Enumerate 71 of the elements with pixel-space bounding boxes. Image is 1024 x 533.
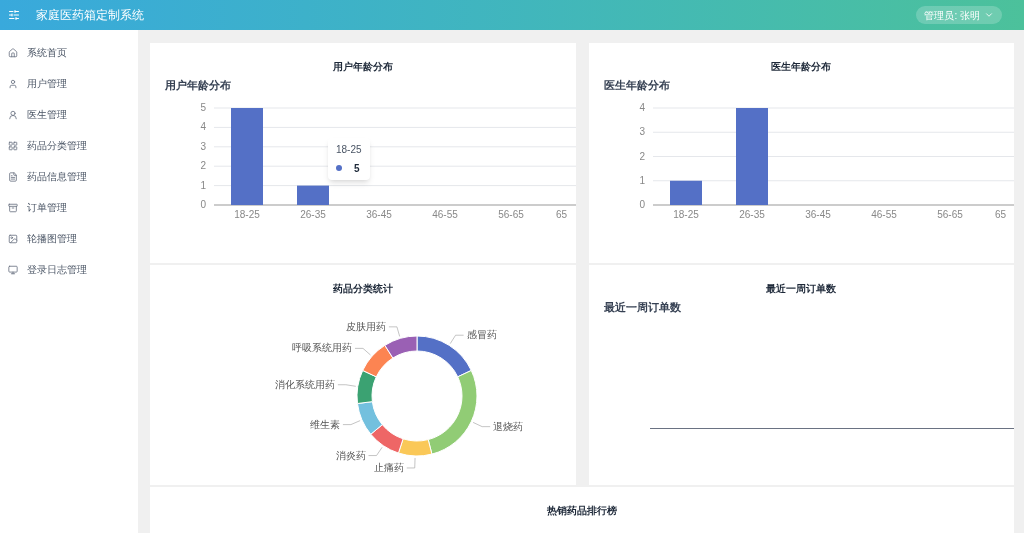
- sidebar-item[interactable]: 轮播图管理: [0, 223, 138, 254]
- slice-label: 退烧药: [493, 420, 524, 432]
- axis-tick-label: 1: [638, 174, 645, 186]
- axis-tick-label: 56-65: [936, 208, 963, 220]
- caret-icon: [984, 10, 994, 20]
- axis-tick-label: 65: [994, 208, 1006, 220]
- leader-line: [388, 326, 401, 337]
- slice-label: 感冒药: [466, 329, 497, 341]
- axis-tick-label: 26-35: [300, 208, 326, 220]
- leader-line: [337, 384, 357, 387]
- leader-line: [368, 446, 383, 456]
- chart-title: 用户年龄分布: [332, 60, 393, 74]
- bar: [297, 185, 329, 205]
- axis-tick-label: 3: [200, 140, 206, 152]
- axis-tick-label: 2: [200, 159, 206, 171]
- axis-tick-label: 2: [638, 150, 645, 161]
- axis-tick-label: 46-55: [870, 208, 897, 220]
- donut-slice: [356, 401, 383, 435]
- leader-line: [406, 457, 416, 469]
- slice-label: 消炎药: [335, 449, 366, 461]
- axis-tick-label: 1: [200, 179, 206, 191]
- axis-tick-label: 5: [200, 101, 206, 113]
- person-icon: [8, 109, 18, 120]
- box-icon: [8, 202, 18, 213]
- axis-tick-label: 18-25: [672, 208, 699, 220]
- slice-label: 消化系统用药: [274, 378, 335, 390]
- axis-tick-label: 4: [200, 120, 206, 132]
- axis-tick-label: 36-45: [366, 208, 392, 220]
- chart-title: 药品分类统计: [332, 282, 393, 296]
- app-title: 家庭医药箱定制系统: [36, 7, 144, 24]
- bar: [669, 180, 702, 205]
- axis-tick-label: 36-45: [804, 208, 831, 220]
- chart-title: 最近一周订单数: [766, 282, 837, 296]
- axis-tick-label: 26-35: [738, 208, 765, 220]
- tooltip-value: 5: [354, 161, 360, 176]
- chart-heading: 医生年龄分布: [603, 78, 671, 93]
- axis-tick-label: 4: [638, 101, 645, 113]
- monitor-icon: [8, 264, 18, 275]
- chart-title: 医生年龄分布: [771, 60, 832, 74]
- slice-label: 维生素: [309, 418, 340, 430]
- user-icon: [8, 78, 18, 89]
- axis-tick-label: 46-55: [432, 208, 458, 220]
- home-icon: [8, 47, 18, 58]
- sidebar-item[interactable]: 订单管理: [0, 192, 138, 223]
- leader-line: [449, 334, 464, 344]
- menu-icon[interactable]: [8, 9, 20, 21]
- axis-tick-label: 3: [638, 125, 645, 137]
- slice-label: 皮肤用药: [345, 320, 386, 332]
- sidebar-item[interactable]: 系统首页: [0, 37, 138, 68]
- axis-tick-label: 0: [638, 198, 645, 210]
- image-icon: [8, 233, 18, 244]
- document-icon: [8, 171, 18, 182]
- axis-tick-label: 56-65: [498, 208, 524, 220]
- leader-line: [472, 422, 491, 427]
- chart-title: 热销药品排行榜: [547, 504, 617, 518]
- slice-label: 止痛药: [373, 461, 404, 473]
- axis-tick-label: 0: [200, 198, 206, 210]
- sidebar-item[interactable]: 登录日志管理: [0, 254, 138, 285]
- axis-tick-label: 18-25: [234, 208, 260, 220]
- axis-tick-label: 65: [556, 208, 568, 220]
- chart-heading: 用户年龄分布: [165, 78, 232, 93]
- slice-label: 呼吸系统用药: [292, 342, 352, 354]
- tooltip-label: 18-25: [336, 142, 362, 157]
- leader-line: [342, 420, 361, 425]
- sidebar-item[interactable]: 药品信息管理: [0, 161, 138, 192]
- sidebar-item[interactable]: 药品分类管理: [0, 130, 138, 161]
- chart-heading: 最近一周订单数: [603, 300, 682, 315]
- sidebar-item[interactable]: 用户管理: [0, 68, 138, 99]
- grid-icon: [8, 140, 18, 151]
- sidebar-item[interactable]: 医生管理: [0, 99, 138, 130]
- leader-line: [354, 348, 371, 356]
